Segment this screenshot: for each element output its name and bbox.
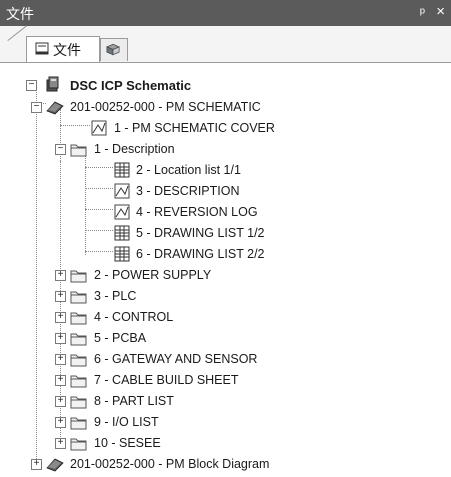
tree-node-label: 5 - PCBA (94, 331, 147, 345)
tree-node[interactable]: +7 - CABLE BUILD SHEET (0, 370, 451, 390)
pin-icon[interactable]: ᵖ (420, 4, 425, 20)
drawing-icon (90, 120, 108, 136)
tree-node-label: 8 - PART LIST (94, 394, 174, 408)
expand-toggle[interactable]: + (55, 375, 66, 386)
table-icon (113, 162, 131, 178)
tree-node[interactable]: − 201-00252-000 - PM SCHEMATIC (0, 97, 451, 117)
expand-toggle[interactable]: + (55, 396, 66, 407)
tree-node[interactable]: +4 - CONTROL (0, 307, 451, 327)
expand-toggle[interactable]: + (55, 438, 66, 449)
project-icon (46, 76, 59, 92)
tree-node-label: 4 - CONTROL (94, 310, 174, 324)
folder-icon (70, 330, 88, 346)
expand-toggle[interactable]: + (55, 354, 66, 365)
tree-node[interactable]: 1 - PM SCHEMATIC COVER (0, 118, 451, 138)
tree-node[interactable]: 3 - DESCRIPTION (0, 181, 451, 201)
folder-icon (70, 288, 88, 304)
book-icon (46, 456, 64, 472)
folder-icon (70, 435, 88, 451)
tree-node[interactable]: 4 - REVERSION LOG (0, 202, 451, 222)
tree-node[interactable]: +201-00252-000 - PM Block Diagram (0, 454, 451, 474)
folder-icon (70, 414, 88, 430)
file-tree-icon (35, 42, 49, 55)
tree-root[interactable]: − DSC ICP Schematic (0, 75, 451, 95)
tree-node[interactable]: +8 - PART LIST (0, 391, 451, 411)
tree-node-label: 2 - Location list 1/1 (136, 163, 241, 177)
folder-icon (70, 309, 88, 325)
folder-icon (70, 141, 88, 157)
drawing-icon (113, 204, 131, 220)
tree-node-label: 3 - DESCRIPTION (136, 184, 240, 198)
tab-divider (7, 25, 28, 42)
collapse-toggle[interactable]: − (31, 102, 42, 113)
file-panel: 文件 ᵖ × 文件 − DSC ICP Schematic − 201-0025… (0, 0, 451, 472)
collapse-toggle[interactable]: − (26, 80, 37, 91)
book-icon (46, 99, 64, 115)
tree-node[interactable]: 6 - DRAWING LIST 2/2 (0, 244, 451, 264)
tree-node[interactable]: +6 - GATEWAY AND SENSOR (0, 349, 451, 369)
expand-toggle[interactable]: + (55, 270, 66, 281)
close-icon[interactable]: × (436, 3, 445, 20)
folder-icon (70, 393, 88, 409)
folder-icon (70, 351, 88, 367)
tree-node-label: 1 - PM SCHEMATIC COVER (114, 121, 275, 135)
tree-node-label: 1 - Description (94, 142, 175, 156)
expand-toggle[interactable]: + (31, 459, 42, 470)
expand-toggle[interactable]: + (55, 333, 66, 344)
tree-node-label: 6 - GATEWAY AND SENSOR (94, 352, 258, 366)
tree-node-label: 3 - PLC (94, 289, 137, 303)
tree-node-label: 9 - I/O LIST (94, 415, 159, 429)
tree-node[interactable]: +9 - I/O LIST (0, 412, 451, 432)
tree-node-label: 5 - DRAWING LIST 1/2 (136, 226, 265, 240)
panel-title-bar: 文件 ᵖ × (0, 0, 451, 26)
panel-title: 文件 (6, 7, 34, 23)
tree-node[interactable]: +2 - POWER SUPPLY (0, 265, 451, 285)
project-tree: − DSC ICP Schematic − 201-00252-000 - PM … (0, 63, 451, 472)
tree-node-label: 10 - SESEE (94, 436, 161, 450)
collapse-toggle[interactable]: − (55, 144, 66, 155)
tree-root-label: DSC ICP Schematic (70, 77, 192, 93)
tree-node[interactable]: 5 - DRAWING LIST 1/2 (0, 223, 451, 243)
table-icon (113, 246, 131, 262)
folder-icon (70, 372, 88, 388)
cube-icon (106, 43, 120, 56)
folder-icon (70, 267, 88, 283)
tree-node[interactable]: +3 - PLC (0, 286, 451, 306)
tree-node-label: 201-00252-000 - PM SCHEMATIC (70, 100, 261, 114)
tree-node-label: 6 - DRAWING LIST 2/2 (136, 247, 265, 261)
tree-node-label: 2 - POWER SUPPLY (94, 268, 212, 282)
tree-node[interactable]: +10 - SESEE (0, 433, 451, 453)
tab-files[interactable]: 文件 (26, 36, 100, 62)
tab-files-label: 文件 (53, 43, 81, 59)
expand-toggle[interactable]: + (55, 312, 66, 323)
expand-toggle[interactable]: + (55, 417, 66, 428)
drawing-icon (113, 183, 131, 199)
tab-components[interactable] (100, 38, 128, 61)
tree-node-label: 7 - CABLE BUILD SHEET (94, 373, 239, 387)
tree-node[interactable]: − 1 - Description (0, 139, 451, 159)
tab-strip: 文件 (0, 25, 451, 63)
tree-node[interactable]: +5 - PCBA (0, 328, 451, 348)
tree-node-label: 4 - REVERSION LOG (136, 205, 258, 219)
tree-node[interactable]: 2 - Location list 1/1 (0, 160, 451, 180)
expand-toggle[interactable]: + (55, 291, 66, 302)
table-icon (113, 225, 131, 241)
